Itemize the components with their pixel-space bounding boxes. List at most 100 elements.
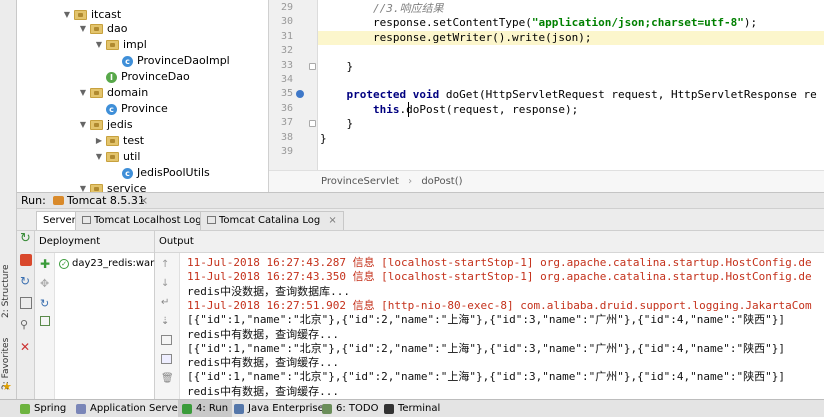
- trash-icon[interactable]: 🗑: [161, 373, 174, 384]
- code-line[interactable]: response.getWriter().write(json);: [318, 30, 824, 45]
- code-line[interactable]: }: [320, 132, 327, 146]
- expand-arrow-icon[interactable]: ▼: [78, 117, 88, 133]
- deployment-item[interactable]: ✓ day23_redis:war ex: [59, 257, 169, 271]
- tree-item-label: Province: [121, 102, 168, 115]
- tab-tomcat-localhost-log-label: Tomcat Localhost Log: [94, 215, 202, 226]
- line-number: 32: [280, 45, 293, 57]
- breadcrumb-method[interactable]: doPost(): [421, 176, 462, 187]
- output-line[interactable]: [{"id":1,"name":"北京"},{"id":2,"name":"上海…: [187, 342, 785, 356]
- log-icon: [207, 216, 216, 224]
- bottom-tab-java-enterprise[interactable]: Java Enterprise: [234, 400, 324, 417]
- tab-close-icon[interactable]: ×: [328, 215, 336, 226]
- deployment-pane: Deployment ✚ ✥ ↻ ✓ day23_redis:war ex: [35, 231, 169, 399]
- output-line[interactable]: redis中有数据，查询缓存...: [187, 328, 339, 342]
- line-number: 39: [280, 146, 293, 157]
- structure-side-tab[interactable]: 2: Structure: [1, 258, 16, 319]
- output-line[interactable]: 11-Jul-2018 16:27:43.287 信息 [localhost-s…: [187, 256, 812, 270]
- output-line[interactable]: 11-Jul-2018 16:27:43.350 信息 [localhost-s…: [187, 270, 812, 284]
- bottom-tool-bar: Spring Application Servers 4: Run Java Ente…: [0, 399, 824, 417]
- scroll-to-end-icon[interactable]: ⇣: [161, 316, 172, 327]
- move-icon[interactable]: ✥: [40, 277, 49, 290]
- breadcrumb-separator: ›: [408, 176, 413, 187]
- code-token: this: [372, 102, 400, 116]
- tree-item[interactable]: ▼ service: [78, 181, 146, 192]
- scroll-down-icon[interactable]: ↓: [161, 278, 172, 289]
- tree-item[interactable]: c JedisPoolUtils: [110, 165, 210, 181]
- tomcat-icon: [53, 196, 64, 205]
- code-line[interactable]: }: [320, 117, 353, 131]
- output-line[interactable]: redis中没数据，查询数据库...: [187, 285, 350, 299]
- tree-item[interactable]: ▼ dao: [78, 21, 128, 37]
- tree-item[interactable]: ▼ jedis: [78, 117, 133, 133]
- output-line[interactable]: redis中有数据，查询缓存...: [187, 385, 339, 399]
- package-icon: [74, 10, 87, 20]
- fold-marker[interactable]: [309, 62, 316, 70]
- rerun-icon[interactable]: ↻: [20, 232, 32, 245]
- stop-icon[interactable]: [20, 254, 32, 266]
- soft-wrap-icon[interactable]: ↵: [161, 297, 172, 308]
- layout-icon[interactable]: [20, 297, 32, 309]
- line-number: 30: [280, 16, 293, 28]
- tree-item[interactable]: ▼ impl: [94, 37, 147, 53]
- breadcrumb-class[interactable]: ProvinceServlet: [321, 176, 399, 187]
- class-icon: c: [122, 167, 133, 179]
- line-number: 38: [280, 131, 293, 143]
- tree-item-label: JedisPoolUtils: [137, 166, 210, 179]
- line-number: 31: [280, 30, 293, 42]
- output-line[interactable]: 11-Jul-2018 16:27:51.902 信息 [http-nio-80…: [187, 299, 812, 313]
- tab-tomcat-catalina-log[interactable]: Tomcat Catalina Log ×: [200, 211, 344, 230]
- bottom-tab-terminal[interactable]: Terminal: [384, 400, 440, 417]
- run-icon: [182, 403, 192, 414]
- collapse-arrow-icon[interactable]: ▶: [94, 133, 104, 149]
- tree-item-label: impl: [123, 38, 147, 51]
- bottom-tab-spring[interactable]: Spring: [20, 400, 66, 417]
- artifact-icon[interactable]: [40, 316, 50, 326]
- update-icon[interactable]: ↻: [20, 275, 32, 287]
- code-line[interactable]: response.setContentType("application/jso…: [320, 16, 757, 30]
- expand-arrow-icon[interactable]: ▼: [78, 85, 88, 101]
- run-label: Run:: [21, 194, 46, 207]
- bottom-tab-6-todo[interactable]: 6: TODO: [322, 400, 378, 417]
- tree-item[interactable]: ▼ domain: [78, 85, 148, 101]
- code-line[interactable]: this.doPost(request, response);: [320, 103, 578, 117]
- bottom-tab-application-servers[interactable]: Application Servers: [76, 400, 187, 417]
- code-token: .doPost(request, response);: [399, 102, 579, 116]
- deployment-header: Deployment: [35, 231, 154, 253]
- add-icon[interactable]: ✚: [40, 257, 50, 271]
- deployment-tools: ✚ ✥ ↻: [35, 253, 55, 399]
- class-icon: c: [106, 103, 117, 115]
- override-method-icon[interactable]: [296, 90, 304, 99]
- editor-gutter: 29 30 31 32 33 34 35 36 37 38 39: [269, 0, 318, 170]
- output-line[interactable]: [{"id":1,"name":"北京"},{"id":2,"name":"上海…: [187, 313, 785, 327]
- code-line[interactable]: protected void doGet(HttpServletRequest …: [320, 88, 817, 102]
- redeploy-icon[interactable]: ↻: [40, 297, 49, 310]
- code-line[interactable]: }: [320, 60, 353, 74]
- tree-item[interactable]: c Province: [94, 101, 168, 117]
- left-tool-strip: 2: Structure 2: Favorites ★: [0, 0, 17, 399]
- expand-arrow-icon[interactable]: ▼: [62, 7, 72, 23]
- tree-item[interactable]: ▼ util: [94, 149, 140, 165]
- filter-icon[interactable]: [161, 354, 172, 364]
- close-panel-icon[interactable]: ✕: [20, 341, 32, 353]
- expand-arrow-icon[interactable]: ▼: [78, 181, 88, 192]
- output-line[interactable]: [{"id":1,"name":"北京"},{"id":2,"name":"上海…: [187, 370, 785, 384]
- code-line[interactable]: //3.响应结果: [320, 2, 444, 16]
- bottom-tab-4-run[interactable]: 4: Run: [178, 400, 233, 417]
- expand-arrow-icon[interactable]: ▼: [78, 21, 88, 37]
- print-icon[interactable]: [161, 335, 172, 345]
- expand-arrow-icon[interactable]: ▼: [94, 37, 104, 53]
- output-line[interactable]: redis中有数据，查询缓存...: [187, 356, 339, 370]
- star-icon[interactable]: ★: [2, 380, 15, 393]
- run-config-close-icon[interactable]: ×: [139, 193, 148, 208]
- run-config-name[interactable]: Tomcat 8.5.31: [67, 193, 145, 208]
- tree-item[interactable]: ▶ test: [94, 133, 144, 149]
- text-cursor: [408, 101, 409, 117]
- deployed-check-icon: ✓: [59, 259, 69, 269]
- expand-arrow-icon[interactable]: ▼: [94, 149, 104, 165]
- fold-marker[interactable]: [309, 120, 316, 128]
- pin-icon[interactable]: ⚲: [20, 319, 32, 331]
- scroll-up-icon[interactable]: ↑: [161, 259, 172, 270]
- tree-item[interactable]: I ProvinceDao: [94, 69, 190, 85]
- code-editor[interactable]: //3.响应结果 response.setContentType("applic…: [318, 0, 824, 170]
- tree-item[interactable]: c ProvinceDaoImpl: [110, 53, 230, 69]
